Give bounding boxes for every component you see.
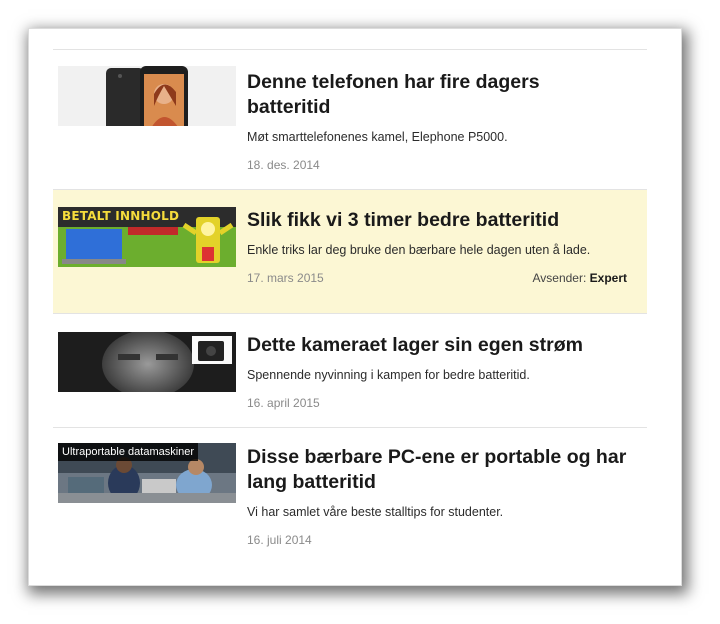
article-lead: Vi har samlet våre beste stalltips for s… <box>247 505 504 519</box>
students-laptop-image[interactable]: Ultraportable datamaskiner <box>58 443 236 503</box>
article-item[interactable]: Ultraportable datamaskiner Disse bærbare… <box>53 427 647 567</box>
sender-info: Avsender: Expert <box>532 270 627 286</box>
article-item[interactable]: Dette kameraet lager sin egen strøm Spen… <box>53 313 647 427</box>
article-date: 16. april 2015 <box>247 396 320 410</box>
article-lead: Enkle triks lar deg bruke den bærbare he… <box>247 243 591 257</box>
camera-face-image[interactable] <box>58 332 236 392</box>
sponsored-label: BETALT INNHOLD <box>62 209 180 223</box>
article-date: 18. des. 2014 <box>247 158 320 172</box>
article-date-value: 17. mars 2015 <box>247 271 324 285</box>
laptop-battery-mascot-image[interactable]: BETALT INNHOLD <box>58 207 236 267</box>
sender-label: Avsender: <box>532 271 587 285</box>
screenshot-frame: Denne telefonen har fire dagers batterit… <box>28 28 682 586</box>
thumbnail-category-label: Ultraportable datamaskiner <box>58 443 199 461</box>
article-date: 17. mars 2015 Avsender: Expert <box>247 270 627 286</box>
article-date: 16. juli 2014 <box>247 533 312 547</box>
article-title[interactable]: Dette kameraet lager sin egen strøm <box>247 333 627 358</box>
article-title[interactable]: Slik fikk vi 3 timer bedre batteritid <box>247 208 627 233</box>
article-feed: Denne telefonen har fire dagers batterit… <box>53 49 647 567</box>
sender-name[interactable]: Expert <box>590 271 627 285</box>
article-title[interactable]: Disse bærbare PC-ene er portable og har … <box>247 445 627 495</box>
smartphone-image[interactable] <box>58 66 236 126</box>
article-lead: Møt smarttelefonenes kamel, Elephone P50… <box>247 130 508 144</box>
sponsored-article-item[interactable]: BETALT INNHOLD Slik fikk vi 3 timer bedr… <box>53 189 647 313</box>
article-item[interactable]: Denne telefonen har fire dagers batterit… <box>53 49 647 189</box>
article-title[interactable]: Denne telefonen har fire dagers batterit… <box>247 70 627 120</box>
article-lead: Spennende nyvinning i kampen for bedre b… <box>247 368 530 382</box>
